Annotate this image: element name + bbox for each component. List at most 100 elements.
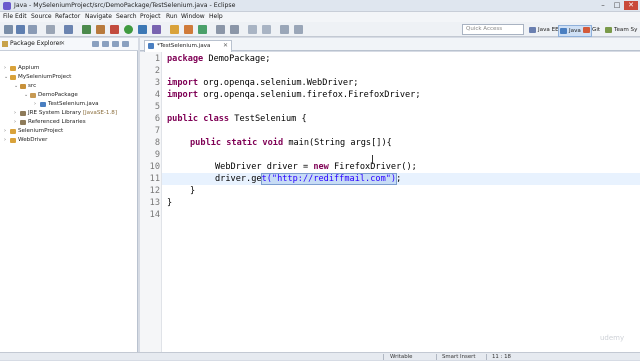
code-line-1: package DemoPackage;	[167, 54, 270, 64]
code-text: org.openqa.selenium.WebDriver;	[198, 78, 359, 88]
git-icon	[583, 27, 590, 33]
code-line-12: }	[190, 186, 195, 196]
expand-icon[interactable]: ›	[34, 100, 36, 109]
code-text: TestSelenium {	[229, 114, 307, 124]
code-text: main(String args[]){	[283, 138, 392, 148]
skip-breakpoints-icon[interactable]	[96, 25, 105, 34]
expand-icon[interactable]: ›	[14, 118, 16, 127]
eclipse-icon	[3, 2, 11, 10]
mouse-text-cursor	[372, 155, 373, 164]
source-folder-icon	[20, 84, 26, 89]
minimize-view-icon[interactable]	[122, 41, 129, 47]
menu-search[interactable]: Search	[116, 13, 137, 20]
terminate-icon[interactable]	[110, 25, 119, 34]
menu-navigate[interactable]: Navigate	[85, 13, 112, 20]
status-separator	[486, 354, 487, 360]
print-icon[interactable]	[46, 25, 55, 34]
expand-icon[interactable]: ›	[4, 127, 6, 136]
java-file-icon	[40, 102, 46, 107]
tree-item-label: src	[28, 83, 37, 89]
code-text: ;	[396, 174, 402, 184]
menu-help[interactable]: Help	[209, 13, 223, 20]
close-button[interactable]: ✕	[624, 1, 638, 10]
minimize-button[interactable]: –	[596, 1, 610, 10]
project-icon	[10, 138, 16, 143]
editor-tab-testselenium[interactable]: *TestSelenium.java ✕	[144, 40, 232, 52]
expand-icon[interactable]: ›	[14, 109, 16, 118]
close-icon[interactable]: ✕	[60, 40, 65, 47]
annotation-next-icon[interactable]	[248, 25, 257, 34]
expand-icon[interactable]: ›	[4, 136, 6, 145]
view-menu-icon[interactable]	[112, 41, 119, 47]
tree-item-label: Appium	[18, 65, 40, 71]
menu-refactor[interactable]: Refactor	[55, 13, 80, 20]
new-icon[interactable]	[4, 25, 13, 34]
code-text: DemoPackage;	[203, 54, 271, 64]
team-sync-icon	[605, 27, 612, 33]
code-text: }	[167, 198, 173, 208]
perspective-java-ee[interactable]: Java EE	[528, 25, 559, 35]
code-keyword: public class	[167, 114, 230, 124]
expand-icon[interactable]: ›	[4, 64, 6, 73]
forward-icon[interactable]	[294, 25, 303, 34]
run-icon[interactable]	[124, 25, 133, 34]
project-icon	[10, 129, 16, 134]
code-text: WebDriver driver =	[215, 162, 314, 172]
package-explorer-title: Package Explorer	[10, 40, 62, 47]
collapse-icon[interactable]: ⌄	[24, 91, 28, 100]
tree-item-label: SeleniumProject	[18, 128, 64, 134]
new-java-project-icon[interactable]	[170, 25, 179, 34]
save-all-icon[interactable]	[28, 25, 37, 34]
code-line-11: driver.get("http://rediffmail.com");	[215, 173, 402, 185]
editor-tab-label: *TestSelenium.java	[157, 43, 211, 49]
code-line-10: WebDriver driver = new FirefoxDriver();	[215, 162, 417, 172]
collapse-icon[interactable]: ⌄	[14, 82, 18, 91]
perspective-label: Team Sy	[614, 27, 638, 33]
external-tools-icon[interactable]	[152, 25, 161, 34]
new-class-icon[interactable]	[198, 25, 207, 34]
annotation-prev-icon[interactable]	[262, 25, 271, 34]
package-explorer-icon	[2, 41, 8, 47]
menu-project[interactable]: Project	[140, 13, 161, 20]
debug-icon[interactable]	[82, 25, 91, 34]
line-number: 2	[154, 66, 160, 76]
save-icon[interactable]	[16, 25, 25, 34]
line-number: 11	[149, 174, 160, 184]
search-icon[interactable]	[230, 25, 239, 34]
package-explorer-panel: Package Explorer ✕ › Appium ⌄ MySelenium…	[0, 38, 138, 352]
code-line-6: public class TestSelenium {	[167, 114, 307, 124]
collapse-all-icon[interactable]	[92, 41, 99, 47]
code-keyword: package	[167, 54, 204, 64]
line-number: 1	[154, 54, 160, 64]
collapse-icon[interactable]: ⌄	[4, 73, 8, 82]
project-icon	[10, 66, 16, 71]
code-keyword: import	[167, 90, 199, 100]
line-number: 5	[154, 102, 160, 112]
menu-edit[interactable]: Edit	[15, 13, 27, 20]
title-bar: Java - MySeleniumProject/src/DemoPackage…	[0, 0, 640, 12]
perspective-team-sync[interactable]: Team Sy	[604, 25, 637, 35]
code-keyword: new	[313, 162, 329, 172]
coverage-icon[interactable]	[138, 25, 147, 34]
menu-file[interactable]: File	[3, 13, 13, 20]
link-with-editor-icon[interactable]	[102, 41, 109, 47]
back-icon[interactable]	[280, 25, 289, 34]
menu-run[interactable]: Run	[166, 13, 178, 20]
perspective-git[interactable]: Git	[582, 25, 600, 35]
close-tab-icon[interactable]: ✕	[223, 41, 228, 51]
menu-window[interactable]: Window	[181, 13, 205, 20]
new-package-icon[interactable]	[184, 25, 193, 34]
editor-tab-bar: *TestSelenium.java ✕	[140, 38, 640, 52]
project-icon	[10, 75, 16, 80]
maximize-button[interactable]: □	[610, 1, 624, 10]
java-ee-icon	[529, 27, 536, 33]
quick-access-input[interactable]: Quick Access	[462, 24, 524, 35]
open-type-icon[interactable]	[216, 25, 225, 34]
menu-source[interactable]: Source	[31, 13, 52, 20]
selected-text: t("http://rediffmail.com")	[260, 173, 398, 185]
new-server-icon[interactable]	[64, 25, 73, 34]
code-text: org.openqa.selenium.firefox.FirefoxDrive…	[198, 90, 421, 100]
perspective-label: Java EE	[538, 27, 559, 33]
code-keyword: public static void	[190, 138, 284, 148]
java-file-icon	[148, 43, 154, 49]
